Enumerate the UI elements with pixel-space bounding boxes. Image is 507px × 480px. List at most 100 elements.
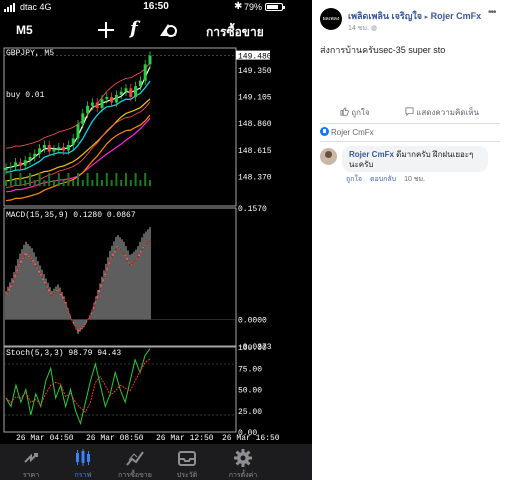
post-time[interactable]: 14 ชม. (348, 25, 369, 32)
price-chart[interactable]: GBPJPY, M5 buy 0.01 149.350 149.105 148.860 1… (0, 46, 312, 444)
volume-bar (43, 180, 46, 186)
like-button[interactable]: ถูกใจ (340, 106, 370, 119)
volume-bar (144, 173, 147, 186)
candle (23, 160, 27, 166)
quotes-icon (24, 453, 38, 463)
divider (320, 141, 500, 142)
liked-by-name: Rojer CmFx (331, 128, 374, 137)
mt4-phone-screen: dtac 4G 16:50 ✱ 79% M5 f การซื้อขาย GBPJ… (0, 0, 312, 480)
candle (143, 64, 147, 81)
last-price-label: 149.480 (238, 53, 272, 62)
volume-bar (53, 180, 55, 186)
comment-time[interactable]: 10 ชม. (404, 176, 425, 183)
post-text: ส่งการบ้านครับsec-35 super sto (320, 45, 446, 55)
volume-bar (62, 180, 65, 186)
volume-bar (57, 173, 60, 186)
tab-label: การตั้งค่า (228, 472, 258, 479)
volume-bar (14, 180, 17, 186)
macd-tick-label: 0.1570 (238, 205, 267, 214)
chart-icon (76, 449, 90, 466)
candle (14, 162, 18, 167)
objects-icon[interactable] (158, 20, 178, 40)
time-axis-label: 26 Mar 04:50 (16, 434, 74, 443)
volume-bar (67, 173, 70, 186)
comment-actions: ถูกใจ ตอบกลับ 10 ชม. (346, 174, 431, 185)
comment-author[interactable]: Rojer CmFx (349, 150, 394, 159)
volume-bar (129, 180, 132, 186)
caret-right-icon: ▸ (424, 14, 429, 21)
volume-bar (77, 173, 79, 186)
divider (320, 123, 500, 124)
candle (57, 147, 61, 150)
orders-button[interactable]: การซื้อขาย (206, 23, 264, 42)
history-icon (178, 451, 196, 466)
time-axis-label: 26 Mar 12:50 (156, 434, 214, 443)
volume-bar (5, 180, 7, 186)
stoch-main-line (5, 348, 151, 426)
candle (81, 113, 85, 125)
reactions-summary[interactable]: Rojer CmFx (320, 127, 374, 137)
avatar[interactable]: ผลเพลง (320, 8, 342, 30)
price-tick-label: 148.860 (238, 120, 272, 129)
stoch-tick-label: 25.00 (238, 408, 262, 417)
candle (134, 86, 138, 98)
time-axis-label: 26 Mar 08:50 (86, 434, 144, 443)
candle (138, 80, 142, 87)
volume-bar (120, 180, 123, 186)
trade-icon (126, 451, 144, 466)
price-tick-label: 148.370 (238, 174, 272, 183)
candle (124, 88, 128, 92)
volume-bar (48, 173, 51, 186)
candle (66, 144, 70, 151)
price-tick-label: 149.350 (238, 67, 272, 76)
volume-bar (101, 180, 103, 186)
volume-bar (72, 180, 75, 186)
page-link[interactable]: Rojer CmFx (431, 11, 482, 21)
tab-settings[interactable]: การตั้งค่า (212, 444, 274, 480)
candle (4, 167, 8, 171)
volume-bar (105, 173, 108, 186)
tab-history[interactable]: ประวัติ (156, 444, 218, 480)
candle (76, 124, 80, 139)
candle (18, 162, 22, 166)
stoch-panel-title: Stoch(5,3,3) 98.79 94.43 (6, 349, 121, 358)
commenter-avatar[interactable] (320, 148, 337, 165)
trade-annotation: buy 0.01 (6, 91, 45, 100)
post-timestamp: 14 ชม. ◍ (348, 23, 377, 34)
chart-toolbar: M5 f การซื้อขาย (0, 16, 312, 46)
post-author: เพลิดเพลิน เจริญใจ ▸ Rojer CmFx (348, 9, 481, 23)
candle (110, 97, 114, 103)
macd-tick-label: 0.0000 (238, 317, 267, 326)
candle (129, 88, 133, 98)
stoch-tick-label: 75.00 (238, 365, 262, 374)
volume-bar (91, 180, 94, 186)
volume-bar (139, 180, 142, 186)
candle (33, 153, 37, 157)
author-link[interactable]: เพลิดเพลิน เจริญใจ (348, 11, 422, 21)
stoch-tick-label: 100.00 (238, 344, 267, 353)
comment-icon (405, 107, 414, 116)
comment-button[interactable]: แสดงความคิดเห็น (405, 106, 479, 119)
volume-bar (24, 180, 27, 186)
tab-label: ประวัติ (176, 472, 198, 479)
price-panel-title: GBPJPY, M5 (6, 49, 54, 58)
more-icon[interactable]: ••• (488, 7, 496, 18)
candle (38, 148, 42, 154)
function-icon[interactable]: f (130, 18, 138, 39)
candle (42, 144, 46, 149)
globe-icon: ◍ (371, 25, 378, 32)
volume-bar (38, 173, 41, 186)
comment-like-button[interactable]: ถูกใจ (346, 176, 362, 183)
volume-bar (33, 180, 36, 186)
candle (100, 99, 104, 108)
volume-bar (96, 173, 99, 186)
comment-reply-button[interactable]: ตอบกลับ (370, 176, 396, 183)
settings-icon (234, 449, 252, 467)
bluetooth-icon: ✱ (234, 1, 243, 12)
plus-icon[interactable] (98, 22, 114, 38)
volume-bar (115, 173, 118, 186)
facebook-post: ผลเพลง เพลิดเพลิน เจริญใจ ▸ Rojer CmFx 1… (312, 0, 507, 480)
volume-bar (29, 173, 31, 186)
timeframe-button[interactable]: M5 (16, 23, 33, 37)
comment-bubble: Rojer CmFx ดีมากครับ ฝึกฝนเยอะๆนะครับ (342, 146, 488, 172)
